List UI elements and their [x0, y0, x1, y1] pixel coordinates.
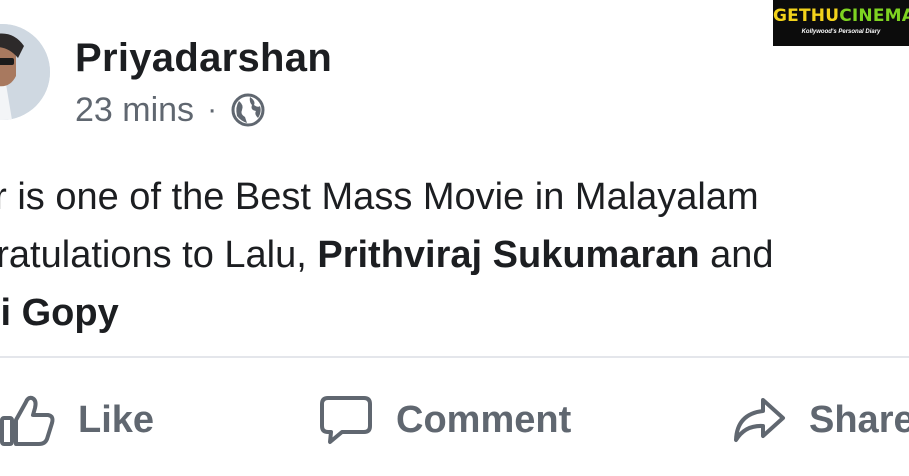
comment-bubble-icon — [318, 392, 374, 448]
post-text-line-3: rali Gopy — [0, 284, 909, 342]
tagged-user-prithviraj[interactable]: Prithviraj Sukumaran — [317, 234, 699, 276]
post-text-segment: and — [699, 234, 774, 276]
tagged-user-gopy[interactable]: rali Gopy — [0, 292, 119, 334]
like-label: Like — [78, 398, 155, 441]
post-text-segment: ngratulations to Lalu, — [0, 234, 307, 276]
post-text-segment: ifer is one of the Best Mass Movie in Ma… — [0, 176, 759, 218]
post-timestamp[interactable]: 23 mins — [75, 91, 194, 130]
watermark-brand-part1: GETHU — [773, 6, 840, 26]
comment-button[interactable]: Comment — [318, 388, 571, 452]
comment-label: Comment — [396, 398, 572, 441]
post-text-line-2: ngratulations to Lalu, Prithviraj Sukuma… — [0, 226, 909, 284]
thumbs-up-icon — [0, 392, 56, 448]
watermark-tagline: Kollywood's Personal Diary — [801, 29, 881, 35]
globe-icon[interactable] — [230, 92, 266, 128]
watermark-brand: GETHUCINEMA — [773, 0, 909, 28]
post-author-name[interactable]: Priyadarshan — [75, 36, 332, 81]
author-avatar[interactable] — [0, 24, 50, 120]
post-text: ifer is one of the Best Mass Movie in Ma… — [0, 168, 909, 342]
share-arrow-icon — [731, 392, 787, 448]
share-label: Share — [809, 398, 909, 441]
post-text-line-1: ifer is one of the Best Mass Movie in Ma… — [0, 168, 909, 226]
post-meta: 23 mins · — [75, 88, 266, 132]
like-button[interactable]: Like — [0, 388, 154, 452]
facebook-post: Priyadarshan 23 mins · ifer is one of th… — [0, 0, 909, 476]
watermark-brand-part2: CINEMA — [839, 6, 909, 26]
share-button[interactable]: Share — [731, 388, 909, 452]
action-divider — [0, 356, 909, 358]
meta-separator: · — [207, 93, 218, 126]
gethucinema-watermark: GETHUCINEMA Kollywood's Personal Diary — [773, 0, 909, 46]
